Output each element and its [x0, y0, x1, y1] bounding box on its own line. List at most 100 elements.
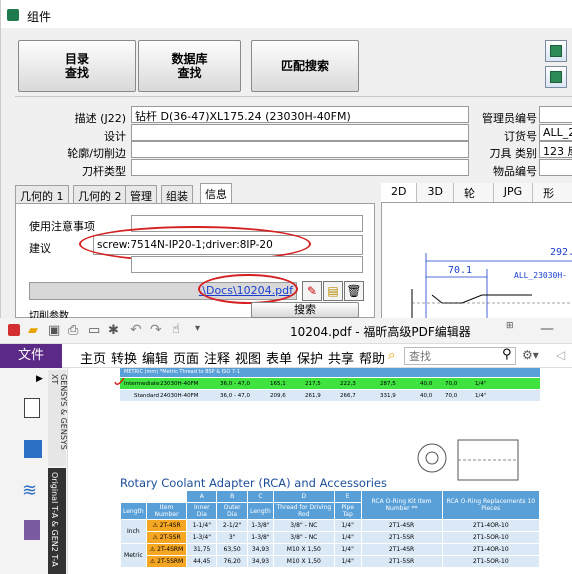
side-tab-1[interactable]: GENSYS & GENSYS XT	[48, 370, 68, 466]
divider	[15, 96, 572, 97]
menu-home[interactable]: 主页	[80, 348, 106, 367]
menu-comment[interactable]: 注释	[204, 348, 230, 367]
collapse-arrow-icon[interactable]: ▶	[36, 374, 43, 384]
minimize-icon[interactable]: —	[540, 321, 554, 337]
delete-icon[interactable]: 🗑	[344, 281, 364, 301]
search-icon[interactable]: ⚲	[502, 347, 512, 362]
tab-geometry-1[interactable]: 几何的 1	[15, 185, 69, 203]
cell: 34,93	[247, 543, 274, 556]
cell: 1/4"	[333, 555, 362, 568]
tab-shape[interactable]: 形状	[533, 183, 572, 216]
customize-icon[interactable]: ▾	[195, 323, 200, 334]
undo-icon[interactable]: ↶	[130, 322, 142, 338]
search-input[interactable]	[404, 347, 516, 365]
left-panel: ▶ ≋ GENSYS & GENSYS XT Original T-A & GE…	[0, 368, 68, 574]
side-tab-2-label: Original T-A & GEN2 T-A	[50, 472, 59, 567]
view-tabs: 2D 3D 轮廓 JPG 形状	[381, 183, 572, 216]
col-d: D	[272, 490, 335, 503]
db-search-line2: 查找	[177, 66, 202, 80]
attachment-icon[interactable]	[24, 520, 40, 540]
table-row: ⚠ 2T-5SR 1-3/4" 3" 1-3/8" 3/8" - NC 1/4"…	[121, 531, 541, 544]
search-label: 搜索	[294, 303, 316, 316]
tr1-c6: 331,9	[380, 392, 396, 399]
search-button[interactable]: 搜索	[251, 302, 359, 318]
part-label: ALL_23030H-	[514, 271, 567, 280]
tr1-c2: 36,0 - 47,0	[220, 392, 250, 399]
tr1-c3: 209,6	[270, 392, 286, 399]
tr0-c2: 36,0 - 47,0	[220, 380, 250, 387]
design-field[interactable]	[131, 124, 469, 141]
menu-form[interactable]: 表单	[266, 348, 292, 367]
chevron-left-icon[interactable]: ◁	[556, 348, 565, 362]
hdr-item: Item Number	[145, 502, 188, 520]
stack-icon[interactable]: ≋	[22, 480, 37, 501]
new-icon[interactable]: ✱	[108, 323, 119, 338]
top-row-highlight: Intermediate 23030H-40FM 36,0 - 47,0 165…	[120, 378, 540, 389]
admin-no-field[interactable]	[539, 106, 572, 123]
item-no-field[interactable]	[539, 159, 572, 176]
cell: 1-3/8"	[247, 531, 274, 544]
tab-management[interactable]: 管理	[125, 185, 157, 203]
order-no-label: 订货号	[504, 130, 537, 143]
export-icon[interactable]	[545, 40, 567, 62]
tooltype-label: 刀杆类型	[82, 165, 126, 178]
suggest-field-2[interactable]	[131, 256, 363, 273]
menu-protect[interactable]: 保护	[297, 348, 323, 367]
tab-2d[interactable]: 2D	[381, 183, 418, 202]
hdr-kit: RCA O-Ring Kit Item Number **	[360, 490, 443, 520]
cell: Metric	[120, 543, 147, 568]
folder-open-icon[interactable]: ▤	[323, 281, 343, 301]
dim-292: 292.	[550, 247, 572, 258]
target-search-button[interactable]: 目录 查找	[18, 40, 136, 92]
notes-label: 使用注意事项	[29, 220, 95, 233]
menu-help[interactable]: 帮助	[359, 348, 385, 367]
redo-icon[interactable]: ↷	[150, 322, 162, 338]
layers-icon[interactable]	[24, 440, 42, 458]
database-search-button[interactable]: 数据库 查找	[138, 40, 241, 92]
cell: 31,75	[186, 543, 218, 556]
tooltype-field[interactable]	[131, 159, 469, 176]
cell: 2T1-4OR-10	[441, 543, 541, 556]
menu-share[interactable]: 共享	[328, 348, 354, 367]
tab-jpg[interactable]: JPG	[493, 183, 534, 202]
hand-tool-icon[interactable]: ☝	[172, 322, 180, 337]
tab-3d[interactable]: 3D	[417, 183, 454, 202]
app-icon	[7, 9, 19, 21]
tool-class-field[interactable]: 123 扇	[539, 141, 572, 158]
page-icon[interactable]	[24, 398, 40, 418]
tr0-c3: 165,1	[270, 380, 286, 387]
layout-icon[interactable]: ⊞	[506, 321, 514, 331]
hdr-thread: Thread for Driving Rod	[272, 502, 335, 520]
menu-page[interactable]: 页面	[173, 348, 199, 367]
print-icon[interactable]: ⎙	[68, 323, 78, 338]
hdr-length: Length	[120, 502, 147, 520]
contour-field[interactable]	[131, 141, 469, 158]
save-icon[interactable]: ▣	[48, 323, 60, 338]
cell: 2T1-4SR	[360, 543, 443, 556]
menu-edit[interactable]: 编辑	[142, 348, 168, 367]
cell: 3"	[216, 531, 249, 544]
match-search-button[interactable]: 匹配搜索	[251, 40, 359, 92]
tab-assembly[interactable]: 组装	[161, 185, 193, 203]
import-icon[interactable]	[545, 66, 567, 88]
order-no-field[interactable]: ALL_2	[539, 124, 572, 141]
cell-text: 2T-5SRM	[157, 558, 184, 565]
side-tab-1-label: GENSYS & GENSYS XT	[50, 374, 68, 450]
open-icon[interactable]: ▰	[28, 323, 38, 338]
cell-text: 2T-4SRM	[157, 546, 184, 553]
cell: 3/8" - NC	[272, 519, 335, 532]
desc-field[interactable]: 钻杆 D(36-47)XL175.24 (23030H-40FM)	[131, 106, 469, 123]
menu-convert[interactable]: 转换	[111, 348, 137, 367]
side-tab-2[interactable]: Original T-A & GEN2 T-A	[48, 468, 66, 574]
tab-contour[interactable]: 轮廓	[453, 183, 494, 216]
hdr-outer: Outer Dia	[216, 502, 249, 520]
tab-info[interactable]: 信息	[200, 183, 232, 203]
tr1-c1: 24030H-40FM	[160, 392, 199, 399]
view-icon[interactable]: ▭	[88, 323, 100, 338]
menu-view[interactable]: 视图	[235, 348, 261, 367]
cell: 1/4"	[333, 519, 362, 532]
file-menu[interactable]: 文件	[0, 344, 62, 368]
settings-icon[interactable]: ⚙▾	[522, 348, 539, 362]
edit-icon[interactable]: ✎	[302, 281, 322, 301]
tab-geometry-2[interactable]: 几何的 2	[73, 185, 127, 203]
